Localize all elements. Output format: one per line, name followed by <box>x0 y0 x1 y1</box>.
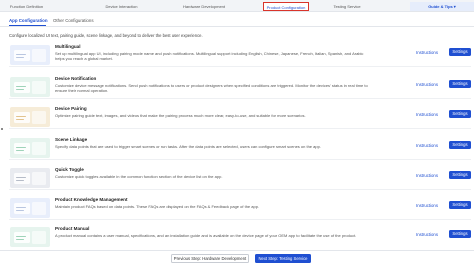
settings-button[interactable]: Settings <box>449 230 471 238</box>
settings-button[interactable]: Settings <box>449 171 471 179</box>
collapse-handle[interactable] <box>1 128 3 130</box>
thumb-card <box>14 232 30 243</box>
instructions-link[interactable]: Instructions <box>416 232 438 237</box>
item-description: Optimize pairing guide text, images, and… <box>55 113 306 118</box>
item-description: Maintain product FAQs based on data poin… <box>55 204 260 209</box>
progress-stepper: Function Definition Device Interaction H… <box>0 0 474 12</box>
thumb-card <box>14 173 30 184</box>
thumb-card <box>14 82 30 93</box>
thumb-card <box>14 143 30 154</box>
thumb-line <box>16 236 26 237</box>
item-title: Scene Linkage <box>55 137 88 142</box>
settings-button[interactable]: Settings <box>449 80 471 88</box>
tab-other-configurations[interactable]: Other Configurations <box>53 17 94 24</box>
step-hardware-development[interactable]: Hardware Development <box>172 2 236 11</box>
thumb-line <box>16 207 26 208</box>
item-description: Specify data points that are used to tri… <box>55 144 321 149</box>
active-tab-indicator <box>9 25 46 27</box>
config-item-quick-toggle: Quick Toggle Customize quick toggles ava… <box>9 166 471 190</box>
config-item-device-pairing: Device Pairing Optimize pairing guide te… <box>9 105 471 129</box>
step-device-interaction[interactable]: Device Interaction <box>93 2 150 11</box>
multilingual-thumbnail <box>10 45 50 65</box>
tab-app-configuration[interactable]: App Configuration <box>9 17 48 24</box>
previous-step-button[interactable]: Previous Step: Hardware Development <box>171 254 249 263</box>
instructions-link[interactable]: Instructions <box>416 203 438 208</box>
thumb-line <box>16 57 24 58</box>
step-product-configuration[interactable]: Product Configuration <box>263 2 309 11</box>
thumb-line <box>16 239 24 240</box>
thumb-card-secondary <box>32 111 46 124</box>
item-description: Customize device message notifications. … <box>55 83 368 94</box>
intro-text: Configure localized UI text, pairing gui… <box>9 33 203 38</box>
chevron-down-icon: ▾ <box>453 4 456 9</box>
device-pairing-thumbnail <box>10 107 50 127</box>
thumb-line <box>16 177 26 178</box>
instructions-link[interactable]: Instructions <box>416 50 438 55</box>
item-description: Set up multilingual app UI, including pa… <box>55 51 364 62</box>
product-knowledge-thumbnail <box>10 198 50 218</box>
thumb-line <box>16 147 26 148</box>
thumb-line <box>16 89 24 90</box>
item-title: Product Manual <box>55 226 90 231</box>
thumb-line <box>16 116 26 117</box>
item-title: Multilingual <box>55 44 81 49</box>
thumb-card-secondary <box>32 49 46 62</box>
step-function-definition[interactable]: Function Definition <box>0 2 53 11</box>
thumb-card-secondary <box>32 231 46 244</box>
thumb-line <box>16 119 24 120</box>
footer-bar: Previous Step: Hardware Development Next… <box>0 250 474 264</box>
config-item-device-notification: Device Notification Customize device mes… <box>9 75 471 99</box>
product-manual-thumbnail <box>10 227 50 247</box>
config-item-multilingual: Multilingual Set up multilingual app UI,… <box>9 43 471 67</box>
item-title: Product Knowledge Management <box>55 197 128 202</box>
item-title: Device Notification <box>55 76 97 81</box>
scene-linkage-thumbnail <box>10 138 50 158</box>
thumb-card <box>14 112 30 123</box>
guide-tips-label: Guide & Tips <box>428 4 453 9</box>
settings-button[interactable]: Settings <box>449 201 471 209</box>
thumb-line <box>16 210 24 211</box>
instructions-link[interactable]: Instructions <box>416 112 438 117</box>
next-step-button[interactable]: Next Step: Testing Service <box>255 254 311 263</box>
settings-button[interactable]: Settings <box>449 48 471 56</box>
thumb-card <box>14 203 30 214</box>
config-tabs: App Configuration Other Configurations <box>0 14 474 27</box>
thumb-line <box>16 150 24 151</box>
thumb-card <box>14 50 30 61</box>
instructions-link[interactable]: Instructions <box>416 173 438 178</box>
settings-button[interactable]: Settings <box>449 110 471 118</box>
item-description: Customize quick toggles available in the… <box>55 174 223 179</box>
config-item-scene-linkage: Scene Linkage Specify data points that a… <box>9 136 471 160</box>
thumb-card-secondary <box>32 202 46 215</box>
thumb-card-secondary <box>32 81 46 94</box>
thumb-card-secondary <box>32 142 46 155</box>
thumb-line <box>16 180 24 181</box>
config-item-product-manual: Product Manual A product manual contains… <box>9 225 471 249</box>
step-guide-tips[interactable]: Guide & Tips▾ <box>410 2 474 11</box>
config-item-product-knowledge: Product Knowledge Management Maintain pr… <box>9 196 471 220</box>
thumb-card-secondary <box>32 172 46 185</box>
item-title: Quick Toggle <box>55 167 84 172</box>
item-title: Device Pairing <box>55 106 87 111</box>
settings-button[interactable]: Settings <box>449 141 471 149</box>
quick-toggle-thumbnail <box>10 168 50 188</box>
thumb-line <box>16 54 26 55</box>
step-testing-service[interactable]: Testing Service <box>322 2 372 11</box>
thumb-line <box>16 86 26 87</box>
instructions-link[interactable]: Instructions <box>416 143 438 148</box>
instructions-link[interactable]: Instructions <box>416 82 438 87</box>
device-notification-thumbnail <box>10 77 50 97</box>
item-description: A product manual contains a user manual,… <box>55 233 357 238</box>
